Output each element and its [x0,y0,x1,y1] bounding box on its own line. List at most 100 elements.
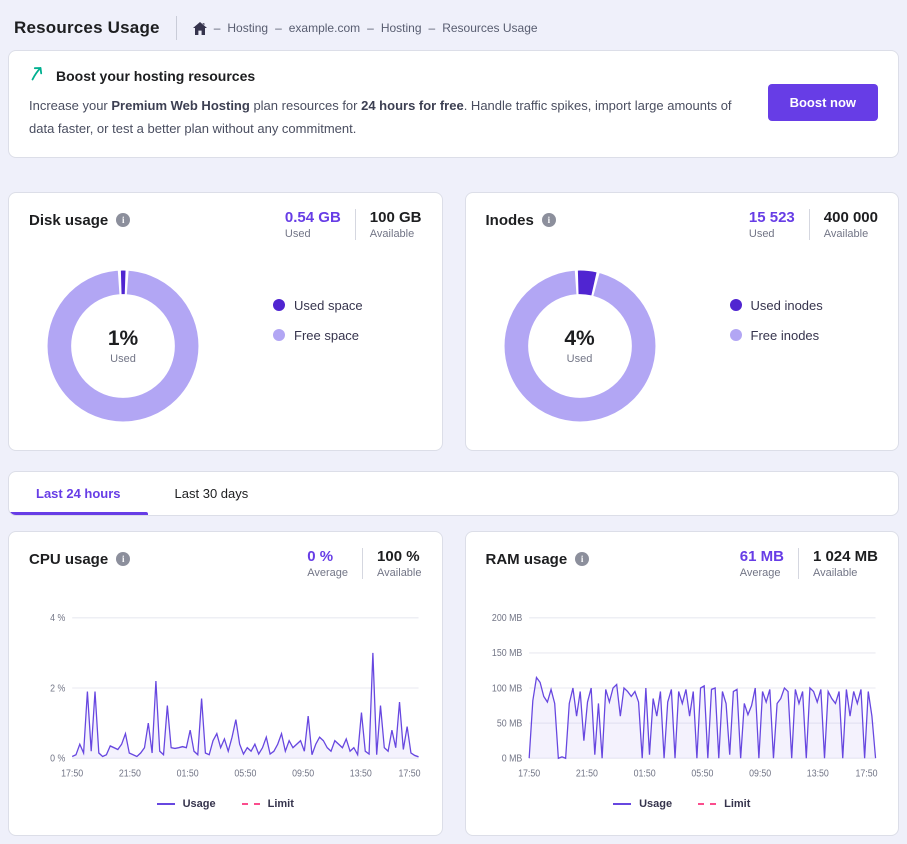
legend-used-inodes: Used inodes [730,298,823,313]
svg-text:17:50: 17:50 [518,768,540,778]
legend-usage: Usage [157,798,216,810]
inodes-title: Inodes [486,212,534,229]
svg-text:50 MB: 50 MB [496,717,521,727]
breadcrumb-item-current: Resources Usage [442,21,537,35]
breadcrumb-item-hosting-2[interactable]: Hosting [381,21,422,35]
svg-text:4 %: 4 % [50,612,65,622]
inodes-available-stat: 400 000 Available [824,209,878,240]
svg-text:13:50: 13:50 [806,768,828,778]
svg-text:05:50: 05:50 [691,768,713,778]
cpu-usage-title: CPU usage [29,551,108,568]
legend-limit: Limit [698,798,750,810]
ram-usage-card: RAM usage i 61 MB Average 1 024 MB Avail… [465,531,900,836]
inodes-card: Inodes i 15 523 Used 400 000 Available [465,192,900,451]
inodes-legend: Used inodes Free inodes [730,298,823,343]
header-divider [176,16,177,40]
disk-usage-card: Disk usage i 0.54 GB Used 100 GB Availab… [8,192,443,451]
breadcrumb-item-domain[interactable]: example.com [289,21,360,35]
disk-used-stat: 0.54 GB Used [285,209,341,240]
ram-line-chart: 0 MB 50 MB 100 MB 150 MB 200 MB 17:50 21:50 01:… [486,607,879,782]
inodes-donut-chart: 4% Used [496,262,664,430]
svg-text:21:50: 21:50 [119,768,141,778]
inodes-used-stat: 15 523 Used [749,209,795,240]
svg-text:01:50: 01:50 [177,768,199,778]
boost-banner-description: Increase your Premium Web Hosting plan r… [29,95,748,141]
ram-chart-legend: Usage Limit [486,798,879,810]
svg-text:09:50: 09:50 [749,768,771,778]
legend-free-inodes: Free inodes [730,328,823,343]
svg-text:21:50: 21:50 [575,768,597,778]
breadcrumb-separator: – [275,21,282,35]
svg-text:150 MB: 150 MB [491,647,521,657]
disk-available-stat: 100 GB Available [370,209,422,240]
disk-usage-title: Disk usage [29,212,108,229]
donut-cards-row: Disk usage i 0.54 GB Used 100 GB Availab… [8,192,899,451]
resources-usage-page: Resources Usage – Hosting – example.com … [0,0,907,844]
arrow-up-icon [29,65,46,87]
page-title: Resources Usage [14,18,160,38]
cpu-average-stat: 0 % Average [307,548,348,579]
stat-divider [355,209,356,240]
disk-donut-chart: 1% Used [39,262,207,430]
svg-text:200 MB: 200 MB [491,612,521,622]
period-tabs: Last 24 hours Last 30 days [8,471,899,516]
disk-percent-label: Used [110,353,136,365]
cpu-usage-card: CPU usage i 0 % Average 100 % Available … [8,531,443,836]
free-space-dot [273,329,285,341]
ram-available-stat: 1 024 MB Available [813,548,878,579]
breadcrumb: – Hosting – example.com – Hosting – Reso… [193,21,538,35]
boost-banner: Boost your hosting resources Increase yo… [8,50,899,158]
ram-usage-title: RAM usage [486,551,568,568]
legend-free-space: Free space [273,328,363,343]
info-icon[interactable]: i [542,213,556,227]
boost-now-button[interactable]: Boost now [768,84,878,121]
svg-text:17:50: 17:50 [61,768,83,778]
active-tab-underline [9,512,148,515]
inodes-percent-value: 4% [564,327,594,351]
cpu-chart-legend: Usage Limit [29,798,422,810]
breadcrumb-item-hosting[interactable]: Hosting [227,21,268,35]
svg-text:01:50: 01:50 [633,768,655,778]
tab-last-24-hours[interactable]: Last 24 hours [9,472,148,515]
home-icon[interactable] [193,22,207,35]
disk-legend: Used space Free space [273,298,363,343]
ram-average-stat: 61 MB Average [740,548,784,579]
breadcrumb-separator: – [429,21,436,35]
cpu-available-stat: 100 % Available [377,548,421,579]
info-icon[interactable]: i [575,552,589,566]
legend-usage: Usage [613,798,672,810]
used-inodes-dot [730,299,742,311]
svg-text:05:50: 05:50 [234,768,256,778]
limit-line-swatch [698,803,716,805]
svg-text:100 MB: 100 MB [491,682,521,692]
svg-text:2 %: 2 % [50,682,65,692]
boost-banner-content: Boost your hosting resources Increase yo… [29,65,748,141]
stat-divider [362,548,363,579]
disk-percent-value: 1% [108,327,138,351]
svg-text:0 %: 0 % [50,753,65,763]
stat-divider [798,548,799,579]
stat-divider [809,209,810,240]
info-icon[interactable]: i [116,213,130,227]
usage-line-swatch [613,803,631,805]
line-chart-row: CPU usage i 0 % Average 100 % Available … [8,516,899,836]
breadcrumb-separator: – [214,21,221,35]
svg-text:0 MB: 0 MB [501,753,522,763]
inodes-percent-label: Used [567,353,593,365]
info-icon[interactable]: i [116,552,130,566]
svg-text:09:50: 09:50 [292,768,314,778]
svg-text:17:50: 17:50 [398,768,420,778]
free-inodes-dot [730,329,742,341]
breadcrumb-separator: – [367,21,374,35]
svg-text:13:50: 13:50 [350,768,372,778]
limit-line-swatch [242,803,260,805]
legend-used-space: Used space [273,298,363,313]
svg-text:17:50: 17:50 [855,768,877,778]
page-header: Resources Usage – Hosting – example.com … [8,8,899,48]
used-space-dot [273,299,285,311]
cpu-line-chart: 0 % 2 % 4 % 17:50 21:50 01:50 05:50 09:50 13:50 1… [29,607,422,782]
boost-banner-title: Boost your hosting resources [56,68,255,84]
usage-line-swatch [157,803,175,805]
tab-last-30-days[interactable]: Last 30 days [148,472,276,515]
legend-limit: Limit [242,798,294,810]
